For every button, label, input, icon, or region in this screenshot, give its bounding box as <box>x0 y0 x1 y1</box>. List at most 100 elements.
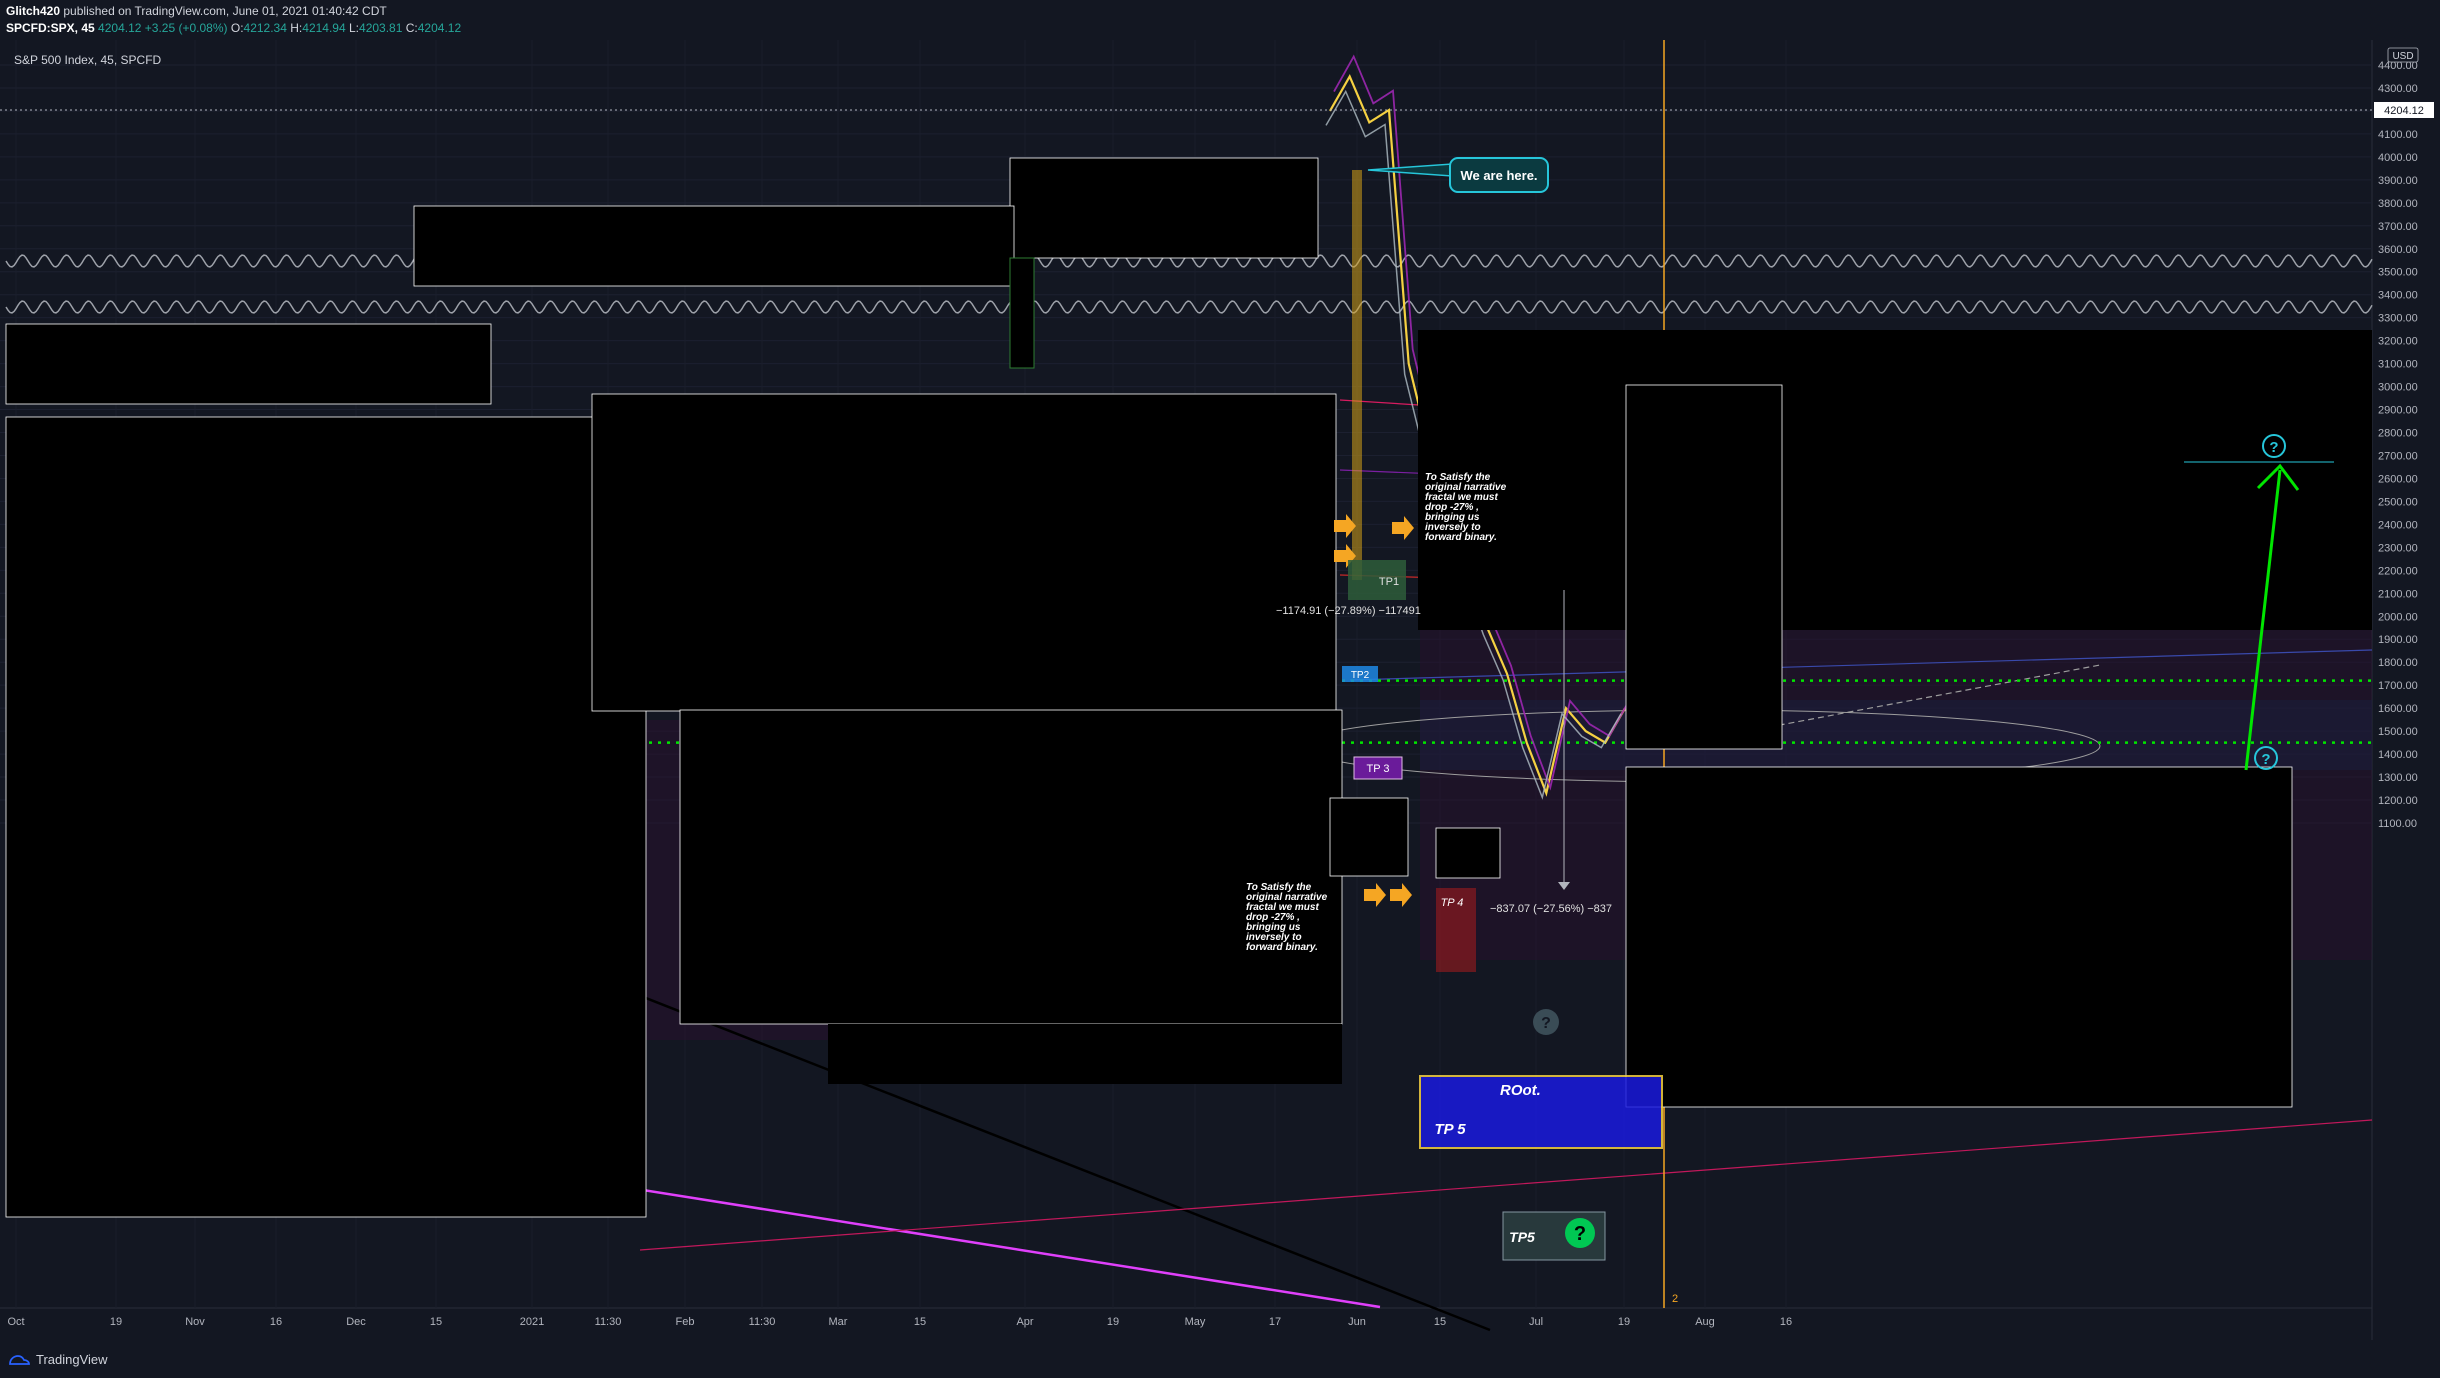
chart-area[interactable]: 2 We are here. To Satisfy the original na… <box>0 40 2440 1373</box>
overlay-box-11 <box>1329 797 1409 877</box>
x-tick-label: Nov <box>185 1316 205 1328</box>
bar-count-label: 2 <box>1672 1293 1678 1305</box>
x-tick-label: 11:30 <box>595 1316 622 1328</box>
question-mark-grey: ? <box>1541 1015 1551 1032</box>
x-tick-label: 19 <box>1618 1316 1630 1328</box>
low-label: L: <box>349 21 360 35</box>
overlay-box-2 <box>413 205 1015 287</box>
y-tick-label: 2600.00 <box>2378 473 2418 485</box>
y-tick-label: 2700.00 <box>2378 450 2418 462</box>
narrative-line: forward binary. <box>1425 532 1497 543</box>
y-tick-label: 3400.00 <box>2378 290 2418 302</box>
y-tick-label: 3900.00 <box>2378 175 2418 187</box>
y-tick-label: 1900.00 <box>2378 634 2418 646</box>
tp2-label: TP2 <box>1351 670 1370 681</box>
open-label: O: <box>230 21 244 35</box>
question-mark-target: ? <box>2269 439 2278 456</box>
tp1-label: TP1 <box>1379 576 1399 588</box>
x-tick-label: Feb <box>676 1316 695 1328</box>
y-tick-label: 1800.00 <box>2378 657 2418 669</box>
y-tick-label: 3600.00 <box>2378 244 2418 256</box>
we-are-here-text: We are here. <box>1460 168 1537 183</box>
x-tick-label: Apr <box>1016 1316 1033 1328</box>
x-tick-label: Jul <box>1529 1316 1543 1328</box>
y-tick-label: 3500.00 <box>2378 267 2418 279</box>
chart-svg[interactable]: 2 We are here. To Satisfy theoriginal na… <box>0 40 2440 1373</box>
y-tick-label: 1200.00 <box>2378 795 2418 807</box>
y-tick-label: 3000.00 <box>2378 382 2418 394</box>
chart-title: S&P 500 Index, 45, SPCFD <box>14 53 162 67</box>
x-tick-label: 15 <box>914 1316 926 1328</box>
y-tick-label: 2100.00 <box>2378 588 2418 600</box>
high-value: 4214.94 <box>302 21 346 35</box>
overlay-box-5 <box>591 393 1337 712</box>
y-tick-label: 1500.00 <box>2378 726 2418 738</box>
y-tick-label: 1600.00 <box>2378 703 2418 715</box>
x-tick-label: 16 <box>270 1316 282 1328</box>
tradingview-logo-icon <box>9 1355 30 1365</box>
price-change: +3.25 (+0.08%) <box>144 21 228 35</box>
y-tick-label: 1400.00 <box>2378 749 2418 761</box>
x-tick-label: May <box>1185 1316 1206 1328</box>
close-label: C: <box>405 21 418 35</box>
x-tick-label: 16 <box>1780 1316 1792 1328</box>
y-tick-label: 2400.00 <box>2378 519 2418 531</box>
overlay-box-1 <box>1009 157 1319 259</box>
overlay-box-4 <box>5 416 647 1218</box>
overlay-box-12 <box>1435 827 1501 879</box>
y-tick-label: 3700.00 <box>2378 221 2418 233</box>
low-value: 4203.81 <box>359 21 403 35</box>
x-tick-label: Aug <box>1695 1316 1715 1328</box>
footer: TradingView <box>0 1344 2440 1373</box>
tp3-label: TP 3 <box>1366 763 1389 775</box>
x-tick-label: 2021 <box>520 1316 544 1328</box>
tradingview-brand[interactable]: TradingView <box>8 1352 108 1367</box>
y-tick-label: 3200.00 <box>2378 336 2418 348</box>
open-value: 4212.34 <box>243 21 287 35</box>
y-tick-label: 3100.00 <box>2378 359 2418 371</box>
y-tick-label: 1300.00 <box>2378 772 2418 784</box>
overlay-box-3 <box>5 323 492 405</box>
high-label: H: <box>290 21 303 35</box>
y-tick-label: 2900.00 <box>2378 405 2418 417</box>
y-tick-label: 1700.00 <box>2378 680 2418 692</box>
publisher-name[interactable]: Glitch420 <box>6 4 60 18</box>
gold-projection-bar <box>1352 170 1362 580</box>
measure-label-1: −1174.91 (−27.89%) −117491 <box>1276 605 1421 617</box>
question-mark-lower: ? <box>2261 751 2270 768</box>
x-tick-label: 15 <box>430 1316 442 1328</box>
overlay-box-13 <box>1009 257 1035 369</box>
x-tick-label: Oct <box>7 1316 24 1328</box>
tp4-label: TP 4 <box>1441 897 1464 909</box>
measure-label-2: −837.07 (−27.56%) −837 <box>1490 903 1612 915</box>
y-tick-label: 1100.00 <box>2378 818 2417 830</box>
overlay-box-10 <box>1625 766 2293 1108</box>
close-value: 4204.12 <box>417 21 462 35</box>
y-tick-label: 2300.00 <box>2378 542 2418 554</box>
tradingview-brand-text: TradingView <box>36 1352 108 1367</box>
x-tick-label: Dec <box>346 1316 366 1328</box>
x-tick-label: 17 <box>1269 1316 1281 1328</box>
overlay-box-8 <box>1418 330 2372 630</box>
y-tick-label: 4300.00 <box>2378 83 2418 95</box>
currency-label: USD <box>2392 51 2413 62</box>
x-tick-label: 15 <box>1434 1316 1446 1328</box>
root-label: ROot. <box>1500 1082 1541 1099</box>
y-tick-label: 2800.00 <box>2378 428 2418 440</box>
x-tick-label: Mar <box>829 1316 848 1328</box>
y-tick-label: 4000.00 <box>2378 152 2418 164</box>
x-tick-label: Jun <box>1348 1316 1366 1328</box>
tp5-label: TP 5 <box>1434 1121 1466 1138</box>
y-tick-label: 4100.00 <box>2378 129 2418 141</box>
y-tick-label: 3800.00 <box>2378 198 2418 210</box>
overlay-box-9 <box>1625 384 1783 750</box>
y-tick-label: 2200.00 <box>2378 565 2418 577</box>
tp5-low-label: TP5 <box>1509 1229 1535 1245</box>
y-tick-label: 2000.00 <box>2378 611 2418 623</box>
narrative-line: forward binary. <box>1246 942 1318 953</box>
overlay-box-6 <box>679 709 1343 1025</box>
current-price-tag-text: 4204.12 <box>2384 105 2424 117</box>
last-price: 4204.12 <box>98 21 142 35</box>
symbol-label: SPCFD:SPX, 45 <box>6 21 95 35</box>
x-tick-label: 19 <box>110 1316 122 1328</box>
